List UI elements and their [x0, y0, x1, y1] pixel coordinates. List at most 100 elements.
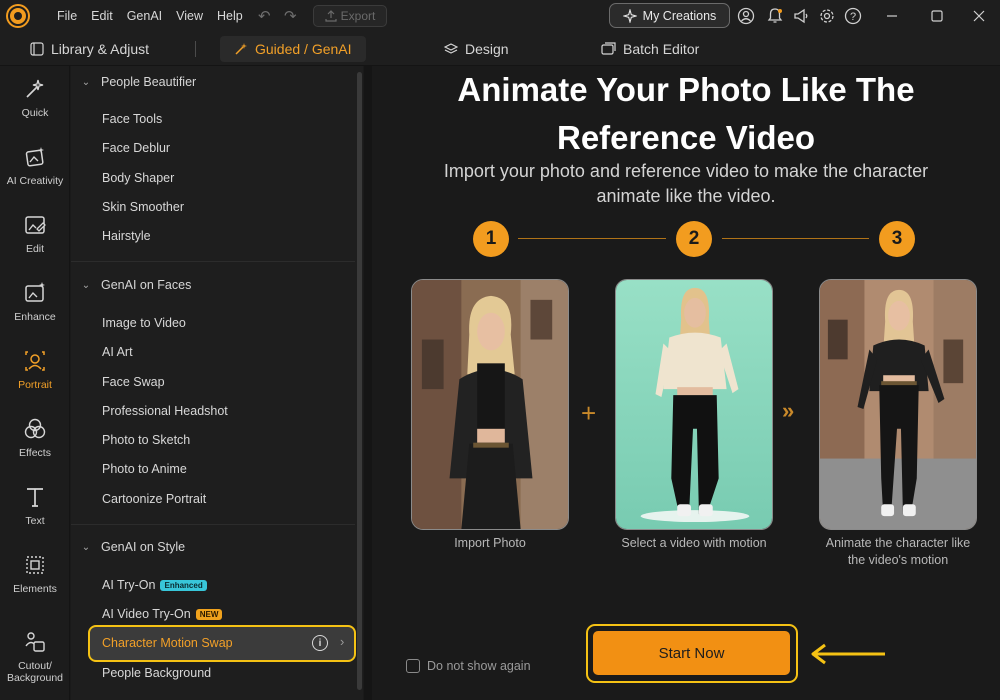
double-chevron-right-icon: » — [782, 398, 794, 423]
tool-item-hairstyle[interactable]: Hairstyle — [102, 225, 151, 247]
menu-bar: File Edit GenAI View Help — [50, 0, 250, 32]
tool-item-cartoonize-portrait[interactable]: Cartoonize Portrait — [102, 488, 206, 510]
my-creations-button[interactable]: My Creations — [609, 3, 730, 28]
do-not-show-again-label: Do not show again — [427, 659, 531, 673]
chevron-down-icon: ⌄ — [81, 76, 91, 88]
tool-item-image-to-video[interactable]: Image to Video — [102, 312, 186, 334]
menu-file[interactable]: File — [50, 0, 84, 32]
rail-item-cutout-background[interactable]: Cutout/ Background — [0, 618, 70, 696]
rail-item-edit[interactable]: Edit — [0, 202, 70, 266]
tool-item-face-deblur[interactable]: Face Deblur — [102, 137, 170, 159]
tool-label: Body Shaper — [102, 171, 175, 185]
do-not-show-again-checkbox[interactable] — [406, 659, 420, 673]
tab-design-label: Design — [465, 41, 509, 57]
notification-bell-icon[interactable] — [765, 6, 785, 26]
info-icon[interactable]: i — [312, 635, 328, 651]
tool-item-character-motion-swap[interactable]: Character Motion Swap i › — [88, 625, 356, 662]
step-connector — [722, 238, 869, 239]
section-header-people-beautifier[interactable]: ⌄ People Beautifier — [71, 68, 363, 96]
menu-genai[interactable]: GenAI — [120, 0, 169, 32]
tool-label: Photo to Sketch — [102, 433, 191, 447]
tool-item-skin-smoother[interactable]: Skin Smoother — [102, 196, 184, 218]
tool-item-ai-try-on[interactable]: AI Try-On Enhanced — [102, 574, 207, 596]
step-badge-2: 2 — [676, 221, 712, 257]
library-icon — [30, 42, 44, 56]
page-subtitle: Import your photo and reference video to… — [402, 159, 970, 209]
export-icon — [325, 10, 337, 22]
tool-label: Face Swap — [102, 375, 165, 389]
section-header-genai-on-style[interactable]: ⌄ GenAI on Style — [71, 533, 363, 561]
tool-item-professional-headshot[interactable]: Professional Headshot — [102, 400, 228, 422]
section-title: GenAI on Faces — [101, 278, 192, 292]
do-not-show-again-option[interactable]: Do not show again — [406, 659, 531, 673]
help-icon[interactable]: ? — [843, 6, 863, 26]
tool-label: Photo to Anime — [102, 462, 187, 476]
tool-label: Face Deblur — [102, 141, 171, 155]
tool-list-panel: ⌄ People Beautifier Face Tools Face Debl… — [71, 66, 363, 700]
menu-edit[interactable]: Edit — [84, 0, 120, 32]
enhanced-badge: Enhanced — [160, 579, 207, 591]
tool-item-ai-video-try-on[interactable]: AI Video Try-On NEW — [102, 603, 223, 625]
tab-batch-editor[interactable]: Batch Editor — [601, 36, 699, 62]
start-now-button[interactable]: Start Now — [593, 631, 790, 675]
account-icon[interactable] — [736, 6, 756, 26]
menu-view[interactable]: View — [169, 0, 210, 32]
undo-icon[interactable]: ↶ — [258, 7, 271, 25]
rail-item-quick[interactable]: Quick — [0, 66, 70, 130]
enhance-image-icon — [25, 282, 45, 302]
tab-divider — [195, 41, 196, 57]
rail-item-effects[interactable]: Effects — [0, 406, 70, 470]
text-t-icon — [27, 488, 43, 507]
rail-item-text[interactable]: Text — [0, 474, 70, 538]
tab-library-adjust[interactable]: Library & Adjust — [30, 36, 149, 62]
rail-item-elements[interactable]: Elements — [0, 542, 70, 606]
tab-design[interactable]: Design — [444, 36, 509, 62]
rail-label-quick: Quick — [21, 107, 49, 119]
tab-guided-genai-label: Guided / GenAI — [255, 41, 352, 57]
effects-circles-icon — [24, 418, 46, 439]
settings-gear-icon[interactable] — [817, 6, 837, 26]
start-now-highlight: Start Now — [586, 624, 798, 683]
page-title-line-2: Reference Video — [556, 119, 815, 156]
menu-help[interactable]: Help — [210, 0, 250, 32]
tool-item-face-swap[interactable]: Face Swap — [102, 371, 165, 393]
tool-list-scrollbar[interactable] — [357, 72, 362, 690]
tab-guided-genai[interactable]: Guided / GenAI — [220, 36, 366, 62]
tool-item-face-tools[interactable]: Face Tools — [102, 108, 162, 130]
tool-label: Hairstyle — [102, 229, 151, 243]
cutout-icon — [25, 632, 45, 652]
page-title-line-1: Animate Your Photo Like The — [457, 71, 915, 108]
tool-item-body-shaper[interactable]: Body Shaper — [102, 167, 174, 189]
tool-item-people-background[interactable]: People Background — [102, 662, 211, 684]
chevron-down-icon: ⌄ — [81, 541, 91, 553]
section-header-genai-on-faces[interactable]: ⌄ GenAI on Faces — [71, 271, 363, 299]
minimize-icon[interactable] — [880, 4, 904, 28]
app-logo-icon — [8, 6, 28, 26]
tool-label: AI Art — [102, 345, 133, 359]
magic-wand-icon — [235, 43, 247, 55]
tool-item-photo-to-anime[interactable]: Photo to Anime — [102, 458, 187, 480]
new-badge: NEW — [195, 608, 223, 620]
tool-item-ai-art[interactable]: AI Art — [102, 341, 133, 363]
export-label: Export — [340, 9, 376, 23]
svg-text:?: ? — [850, 11, 856, 23]
section-divider — [71, 261, 355, 262]
tool-item-photo-to-sketch[interactable]: Photo to Sketch — [102, 429, 190, 451]
export-button[interactable]: Export — [313, 5, 387, 27]
rail-label-edit: Edit — [25, 243, 45, 255]
maximize-icon[interactable] — [925, 4, 949, 28]
rail-item-enhance[interactable]: Enhance — [0, 270, 70, 334]
tool-label: AI Video Try-On — [102, 607, 191, 621]
image-stack-icon — [601, 42, 616, 55]
rail-item-ai-creativity[interactable]: AI Creativity — [0, 134, 70, 198]
redo-icon[interactable]: ↷ — [284, 7, 297, 25]
elements-grid-icon — [26, 556, 44, 574]
close-icon[interactable] — [967, 4, 991, 28]
rail-item-portrait[interactable]: Portrait — [0, 338, 70, 402]
wand-sparkle-icon — [26, 79, 44, 98]
ai-image-icon — [25, 147, 44, 167]
megaphone-icon[interactable] — [791, 6, 811, 26]
chevron-down-icon: ⌄ — [81, 279, 91, 291]
plus-icon: + — [581, 398, 597, 428]
section-title: GenAI on Style — [101, 540, 186, 554]
